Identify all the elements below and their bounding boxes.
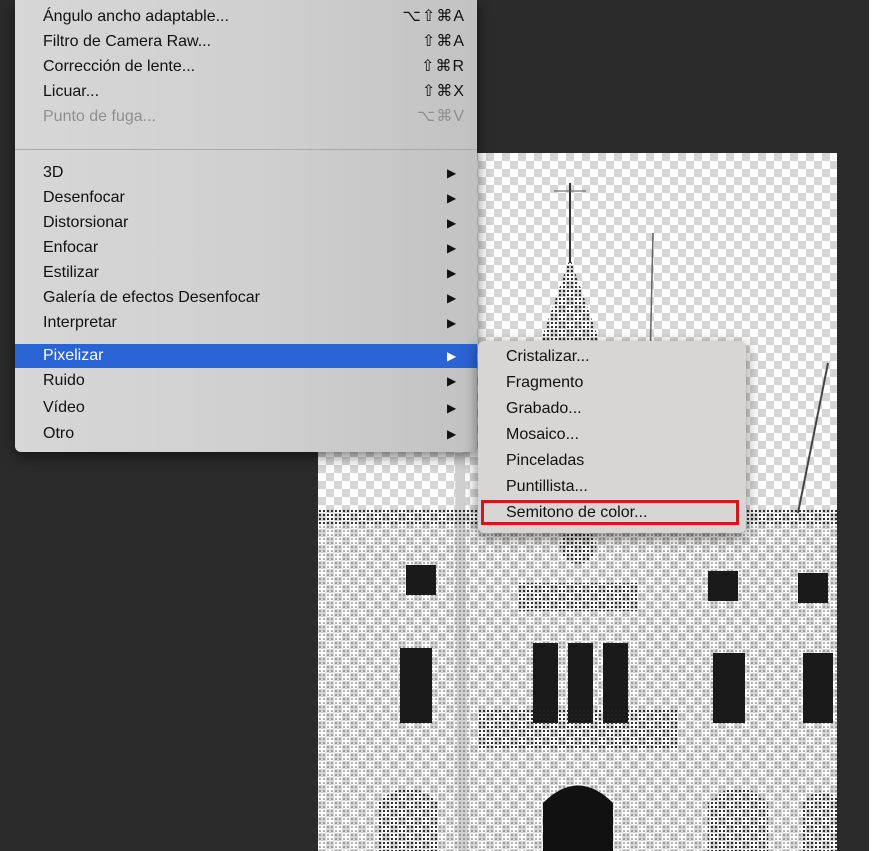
menu-item-correccion-lente[interactable]: Corrección de lente... ⇧⌘R [15,55,477,79]
submenu-item-label: Cristalizar... [506,348,590,365]
submenu-item-puntillista[interactable]: Puntillista... [478,474,746,500]
submenu-item-fragmento[interactable]: Fragmento [478,370,746,396]
menu-item-label: Vídeo [43,399,85,416]
submenu-item-label: Grabado... [506,400,582,417]
submenu-arrow-icon: ▶ [447,374,457,388]
menu-item-label: Filtro de Camera Raw... [43,33,212,50]
menu-item-label: Licuar... [43,83,100,100]
submenu-arrow-icon: ▶ [447,316,457,330]
menu-item-label: Interpretar [43,314,117,331]
submenu-arrow-icon: ▶ [447,216,457,230]
shortcut-label: ⇧⌘R [421,58,465,75]
menu-item-licuar[interactable]: Licuar... ⇧⌘X [15,80,477,104]
submenu-item-mosaico[interactable]: Mosaico... [478,422,746,448]
submenu-arrow-icon: ▶ [447,427,457,441]
menu-item-label: Estilizar [43,264,100,281]
menu-item-otro[interactable]: Otro ▶ [15,422,477,446]
shortcut-label: ⌥⌘V [416,108,465,125]
menu-item-interpretar[interactable]: Interpretar ▶ [15,311,477,335]
menu-item-desenfocar[interactable]: Desenfocar ▶ [15,186,477,210]
menu-item-video[interactable]: Vídeo ▶ [15,396,477,420]
submenu-item-label: Fragmento [506,374,584,391]
menu-item-label: Corrección de lente... [43,58,196,75]
submenu-item-cristalizar[interactable]: Cristalizar... [478,344,746,370]
menu-item-label: Otro [43,425,75,442]
menu-item-enfocar[interactable]: Enfocar ▶ [15,236,477,260]
submenu-arrow-icon: ▶ [447,241,457,255]
filter-menu: Ángulo ancho adaptable... ⌥⇧⌘A Filtro de… [15,0,477,452]
submenu-item-label: Pinceladas [506,452,585,469]
submenu-arrow-icon: ▶ [447,291,457,305]
menu-item-angulo-ancho[interactable]: Ángulo ancho adaptable... ⌥⇧⌘A [15,5,477,29]
highlight-annotation-box [481,500,739,525]
submenu-item-pinceladas[interactable]: Pinceladas [478,448,746,474]
submenu-arrow-icon: ▶ [447,191,457,205]
menu-item-ruido[interactable]: Ruido ▶ [15,369,477,393]
submenu-arrow-icon: ▶ [447,166,457,180]
menu-item-label: Ruido [43,372,85,389]
submenu-arrow-icon: ▶ [447,266,457,280]
shortcut-label: ⌥⇧⌘A [402,8,465,25]
submenu-arrow-icon: ▶ [447,401,457,415]
menu-item-label: Galería de efectos Desenfocar [43,289,261,306]
shortcut-label: ⇧⌘X [421,83,465,100]
submenu-item-label: Mosaico... [506,426,579,443]
menu-item-label: Pixelizar [43,347,104,364]
submenu-arrow-icon: ▶ [447,349,457,363]
submenu-item-label: Puntillista... [506,478,588,495]
menu-item-label: Distorsionar [43,214,129,231]
submenu-item-grabado[interactable]: Grabado... [478,396,746,422]
menu-item-label: Punto de fuga... [43,108,156,125]
menu-separator [15,149,477,150]
menu-item-label: Enfocar [43,239,99,256]
menu-item-punto-de-fuga: Punto de fuga... ⌥⌘V [15,105,477,129]
menu-item-estilizar[interactable]: Estilizar ▶ [15,261,477,285]
menu-item-distorsionar[interactable]: Distorsionar ▶ [15,211,477,235]
menu-item-label: Desenfocar [43,189,125,206]
menu-item-label: 3D [43,164,64,181]
menu-item-label: Ángulo ancho adaptable... [43,8,229,25]
menu-item-pixelizar[interactable]: Pixelizar ▶ [15,344,477,368]
menu-item-galeria-desenfocar[interactable]: Galería de efectos Desenfocar ▶ [15,286,477,310]
shortcut-label: ⇧⌘A [421,33,465,50]
menu-item-camera-raw[interactable]: Filtro de Camera Raw... ⇧⌘A [15,30,477,54]
menu-item-3d[interactable]: 3D ▶ [15,161,477,185]
